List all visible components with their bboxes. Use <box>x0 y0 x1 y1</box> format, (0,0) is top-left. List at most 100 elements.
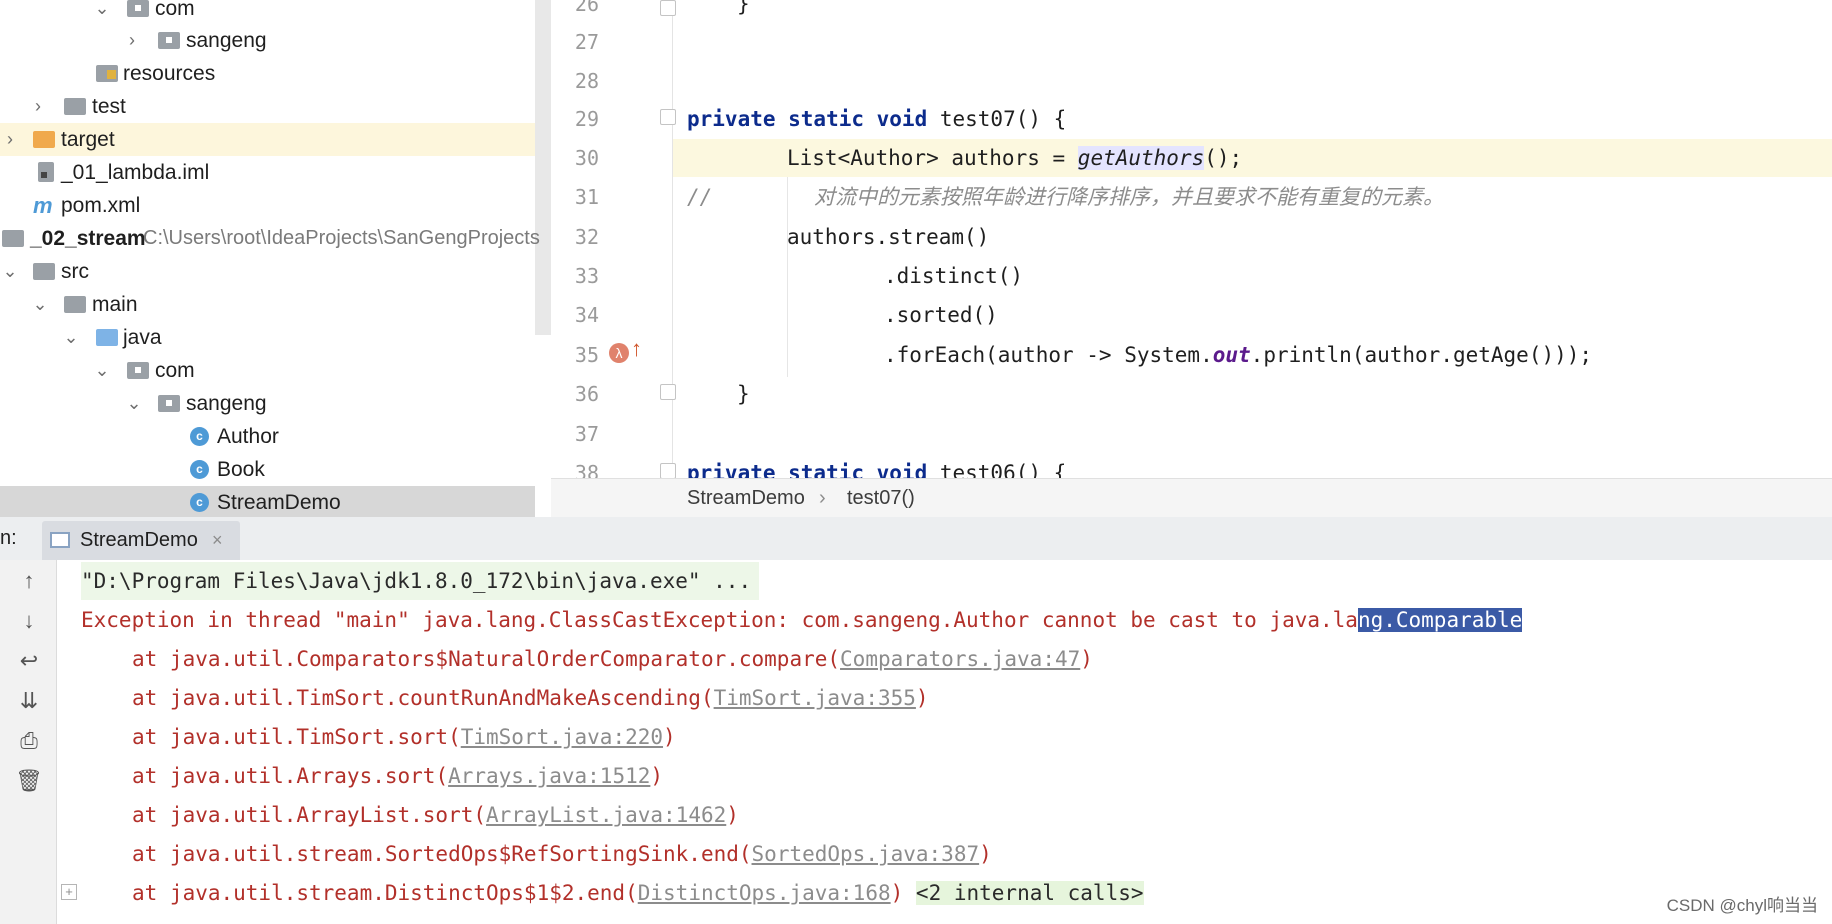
line-number: 32 <box>574 225 599 249</box>
source-link[interactable]: Comparators.java:47 <box>840 647 1080 671</box>
tree-item-iml[interactable]: _01_lambda.iml <box>0 156 535 189</box>
chevron-down-icon[interactable]: ⌄ <box>61 321 81 354</box>
breadcrumb-method[interactable]: test07() <box>847 479 915 517</box>
internal-calls-fold[interactable]: <2 internal calls> <box>915 881 1144 905</box>
gutter-divider <box>672 0 673 478</box>
line-number: 37 <box>574 422 599 446</box>
tree-item-label: resources <box>123 62 216 85</box>
stack-frame: at java.util.Arrays.sort(Arrays.java:151… <box>132 764 664 788</box>
line-number: 33 <box>574 264 599 288</box>
fold-marker-icon[interactable] <box>660 109 676 125</box>
source-link[interactable]: Arrays.java:1512 <box>448 764 650 788</box>
line-number: 30 <box>574 146 599 170</box>
package-folder-icon <box>158 395 180 412</box>
code-line-31: // <box>687 185 713 209</box>
chevron-down-icon[interactable]: ⌄ <box>92 354 112 387</box>
code-line-26: } <box>737 0 750 16</box>
folder-icon <box>64 296 86 313</box>
tree-item-author[interactable]: c Author <box>0 420 535 453</box>
run-config-icon <box>50 532 70 548</box>
project-scrollbar[interactable] <box>535 0 551 335</box>
fold-marker-icon[interactable] <box>660 0 676 16</box>
project-tool-window: ⌄ com › sangeng resources › test › targe… <box>0 0 551 517</box>
source-link[interactable]: DistinctOps.java:168 <box>638 881 891 905</box>
scroll-to-end-icon[interactable]: ⇊ <box>14 686 44 716</box>
code-editor[interactable]: 26 27 28 29 30 31 32 33 34 35 36 37 38 λ… <box>551 0 1832 517</box>
tree-item-label: Book <box>217 458 265 481</box>
stack-frame: at java.util.stream.SortedOps$RefSorting… <box>132 842 992 866</box>
breadcrumb-separator: › <box>819 487 826 509</box>
expand-icon[interactable]: + <box>61 884 77 900</box>
fold-marker-icon[interactable] <box>660 463 676 479</box>
package-folder-icon <box>127 0 149 17</box>
exception-line: Exception in thread "main" java.lang.Cla… <box>81 608 1523 632</box>
tree-item-test[interactable]: › test <box>0 90 535 123</box>
chevron-right-icon[interactable]: › <box>0 123 20 156</box>
tab-title: StreamDemo <box>80 529 198 551</box>
source-link[interactable]: ArrayList.java:1462 <box>486 803 726 827</box>
source-link[interactable]: TimSort.java:355 <box>714 686 916 710</box>
tab-streamdemo[interactable]: StreamDemo × <box>42 521 240 560</box>
source-link[interactable]: SortedOps.java:387 <box>752 842 980 866</box>
tree-item-label: sangeng <box>186 392 267 415</box>
class-icon: c <box>190 427 209 446</box>
tree-item-sangeng[interactable]: ⌄ sangeng <box>0 387 535 420</box>
chevron-down-icon[interactable]: ⌄ <box>124 387 144 420</box>
down-arrow-icon[interactable]: ↓ <box>14 606 44 636</box>
tree-item-pom[interactable]: m pom.xml <box>0 189 535 222</box>
run-tool-window-header: n: StreamDemo × <box>0 517 1832 561</box>
close-icon[interactable]: × <box>212 521 223 560</box>
line-number: 35 <box>574 343 599 367</box>
chevron-down-icon[interactable]: ⌄ <box>30 288 50 321</box>
tree-item-label: com <box>155 359 195 382</box>
tree-item-com[interactable]: ⌄ com <box>0 0 535 25</box>
up-arrow-icon[interactable]: ↑ <box>14 566 44 596</box>
code-line-29: private static void test07() { <box>687 107 1067 131</box>
tree-item-module-02-stream[interactable]: _02_stream C:\Users\root\IdeaProjects\Sa… <box>0 222 540 255</box>
tree-item-main[interactable]: ⌄ main <box>0 288 535 321</box>
print-icon[interactable]: ⎙ <box>14 726 44 756</box>
chevron-down-icon[interactable]: ⌄ <box>0 255 20 288</box>
tree-item-sangeng[interactable]: › sangeng <box>0 24 535 57</box>
chevron-right-icon[interactable]: › <box>122 24 142 57</box>
run-toolbar: ↑ ↓ ↩ ⇊ ⎙ 🗑 <box>0 560 57 924</box>
chevron-down-icon[interactable]: ⌄ <box>92 0 112 25</box>
line-number: 31 <box>574 185 599 209</box>
tree-item-streamdemo[interactable]: c StreamDemo <box>0 486 535 517</box>
command-line: "D:\Program Files\Java\jdk1.8.0_172\bin\… <box>81 562 760 600</box>
maven-icon: m <box>33 193 53 218</box>
stack-frame: at java.util.ArrayList.sort(ArrayList.ja… <box>132 803 739 827</box>
code-line-34: .sorted() <box>884 303 998 327</box>
package-folder-icon <box>158 32 180 49</box>
tree-item-book[interactable]: c Book <box>0 453 535 486</box>
fold-marker-icon[interactable] <box>660 384 676 400</box>
tree-item-label: main <box>92 293 138 316</box>
breadcrumb-class[interactable]: StreamDemo <box>687 479 805 517</box>
tree-item-com[interactable]: ⌄ com <box>0 354 535 387</box>
tree-item-java[interactable]: ⌄ java <box>0 321 535 354</box>
chevron-right-icon[interactable]: › <box>28 90 48 123</box>
source-link[interactable]: TimSort.java:220 <box>461 725 663 749</box>
tree-item-src[interactable]: ⌄ src <box>0 255 535 288</box>
code-line-35: .forEach(author -> System.out.println(au… <box>884 343 1593 367</box>
breadcrumb: StreamDemo › test07() <box>551 478 1832 517</box>
stack-frame: at java.util.TimSort.countRunAndMakeAsce… <box>132 686 929 710</box>
code-line-30: List<Author> authors = getAuthors(); <box>787 146 1243 170</box>
tree-item-label: _02_stream <box>30 227 146 250</box>
runnable-class-icon: c <box>190 493 209 512</box>
lambda-icon[interactable]: λ <box>609 343 629 363</box>
module-folder-icon <box>2 230 24 247</box>
tree-item-target[interactable]: › target <box>0 123 535 156</box>
trash-icon[interactable]: 🗑 <box>14 766 44 796</box>
module-file-icon <box>38 162 54 182</box>
line-number: 29 <box>574 107 599 131</box>
excluded-folder-icon <box>33 131 55 148</box>
console-output[interactable]: "D:\Program Files\Java\jdk1.8.0_172\bin\… <box>57 560 1832 924</box>
tree-item-label: java <box>123 326 162 349</box>
tree-item-label: sangeng <box>186 29 267 52</box>
soft-wrap-icon[interactable]: ↩ <box>14 646 44 676</box>
recursive-call-arrow-icon[interactable]: ↑ <box>631 336 642 362</box>
tree-item-resources[interactable]: resources <box>0 57 535 90</box>
run-label: n: <box>0 527 17 549</box>
tree-item-label: test <box>92 95 126 118</box>
